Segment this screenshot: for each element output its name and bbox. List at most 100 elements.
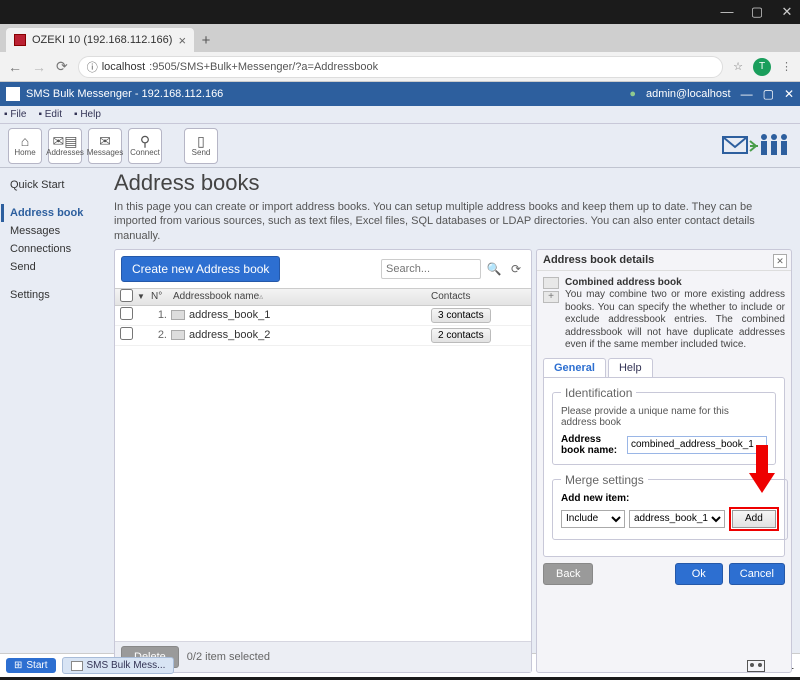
contacts-button[interactable]: 2 contacts — [431, 328, 491, 343]
sidebar: Quick Start Address book Messages Connec… — [0, 168, 110, 653]
col-name[interactable]: Addressbook name — [173, 291, 259, 302]
row-number: 2. — [151, 329, 171, 341]
brand-logo — [722, 129, 792, 163]
combined-desc: You may combine two or more existing add… — [565, 289, 785, 350]
taskbar-item[interactable]: SMS Bulk Mess... — [62, 657, 175, 674]
url-path: :9505/SMS+Bulk+Messenger/?a=Addressbook — [149, 61, 378, 73]
bookmark-star-icon[interactable]: ☆ — [733, 60, 743, 73]
back-button[interactable]: Back — [543, 563, 593, 585]
row-number: 1. — [151, 309, 171, 321]
url-bar[interactable]: ⓘ localhost :9505/SMS+Bulk+Messenger/?a=A… — [78, 56, 723, 78]
tab-close-icon[interactable]: × — [178, 33, 186, 48]
row-name: address_book_1 — [189, 309, 270, 321]
addressbook-icon: ✉▤ — [53, 134, 78, 148]
plus-icon: + — [543, 291, 559, 303]
app-user[interactable]: admin@localhost — [646, 88, 731, 100]
contacts-button[interactable]: 3 contacts — [431, 308, 491, 323]
profile-avatar[interactable]: T — [753, 58, 771, 76]
tool-home[interactable]: ⌂Home — [8, 128, 42, 164]
sidebar-item-quickstart[interactable]: Quick Start — [10, 176, 110, 194]
envelope-icon — [71, 661, 83, 671]
keyboard-icon[interactable] — [747, 660, 765, 672]
tool-send[interactable]: ▯Send — [184, 128, 218, 164]
details-close-icon[interactable]: ✕ — [773, 254, 787, 268]
sidebar-item-addressbook[interactable]: Address book — [1, 204, 110, 222]
book-icon — [171, 310, 185, 320]
name-label: Address book name: — [561, 434, 623, 456]
table-row[interactable]: 2. address_book_2 2 contacts — [115, 326, 531, 346]
url-host: localhost — [102, 61, 145, 73]
window-minimize[interactable]: — — [720, 4, 734, 20]
merge-fieldset: Merge settings Add new item: Include add… — [552, 473, 788, 540]
sidebar-item-settings[interactable]: Settings — [10, 286, 110, 304]
cancel-button[interactable]: Cancel — [729, 563, 785, 585]
combined-title: Combined address book — [565, 277, 682, 288]
new-tab-button[interactable]: + — [194, 28, 218, 52]
identification-legend: Identification — [561, 386, 636, 400]
row-checkbox[interactable] — [120, 327, 133, 340]
add-button[interactable]: Add — [732, 510, 776, 528]
window-titlebar: — ▢ ✕ — [0, 0, 800, 24]
tool-addresses[interactable]: ✉▤Addresses — [48, 128, 82, 164]
details-info: + Combined address book You may combine … — [537, 271, 791, 358]
addressbook-select[interactable]: address_book_1 — [629, 510, 725, 528]
tab-title: OZEKI 10 (192.168.112.166) — [32, 34, 172, 46]
browser-toolbar: ← → ⟳ ⓘ localhost :9505/SMS+Bulk+Messenge… — [0, 52, 800, 82]
window-close[interactable]: ✕ — [780, 4, 794, 20]
search-input[interactable] — [381, 259, 481, 279]
site-info-icon[interactable]: ⓘ — [87, 59, 98, 75]
nav-forward-icon[interactable]: → — [32, 59, 46, 75]
sidebar-item-connections[interactable]: Connections — [10, 240, 110, 258]
menu-file[interactable]: ▪ File — [4, 109, 26, 120]
app-toolbar: ⌂Home ✉▤Addresses ✉Messages ⚲Connect ▯Se… — [0, 124, 800, 168]
start-button[interactable]: ⊞Start — [6, 658, 56, 673]
sort-indicator[interactable]: ▼ — [137, 292, 151, 301]
window-controls: — ▢ ✕ — [720, 4, 794, 20]
sidebar-item-send[interactable]: Send — [10, 258, 110, 276]
window-maximize[interactable]: ▢ — [750, 4, 764, 20]
app-title: SMS Bulk Messenger - 192.168.112.166 — [26, 88, 223, 100]
row-checkbox[interactable] — [120, 307, 133, 320]
include-exclude-select[interactable]: Include — [561, 510, 625, 528]
selection-status: 0/2 item selected — [187, 651, 270, 663]
page-heading: Address books — [114, 170, 792, 196]
sidebar-item-messages[interactable]: Messages — [10, 222, 110, 240]
tab-help[interactable]: Help — [608, 358, 653, 377]
browser-tab[interactable]: OZEKI 10 (192.168.112.166) × — [6, 28, 194, 52]
browser-menu-icon[interactable]: ⋮ — [781, 60, 792, 73]
tool-connect[interactable]: ⚲Connect — [128, 128, 162, 164]
nav-back-icon[interactable]: ← — [8, 59, 22, 75]
add-button-highlight: Add — [729, 507, 779, 531]
app-header: SMS Bulk Messenger - 192.168.112.166 ● a… — [0, 82, 800, 106]
col-number[interactable]: N° — [151, 291, 171, 302]
addressbook-name-input[interactable] — [627, 436, 767, 454]
add-item-label: Add new item: — [561, 493, 779, 504]
tool-messages[interactable]: ✉Messages — [88, 128, 122, 164]
list-footer: Delete 0/2 item selected — [115, 641, 531, 672]
create-addressbook-button[interactable]: Create new Address book — [121, 256, 280, 282]
app-close-icon[interactable]: ✕ — [784, 87, 794, 101]
app-minimize-icon[interactable]: — — [741, 87, 753, 101]
messages-icon: ✉ — [99, 134, 111, 148]
envelope-icon — [6, 87, 20, 101]
details-pane: Address book details ✕ + Combined addres… — [536, 249, 792, 673]
menu-help[interactable]: ▪ Help — [74, 109, 101, 120]
addressbook-list-pane: Create new Address book 🔍 ⟳ ▼ N° Address… — [114, 249, 532, 673]
ok-button[interactable]: Ok — [675, 563, 723, 585]
plug-icon: ⚲ — [140, 134, 150, 148]
tab-general[interactable]: General — [543, 358, 606, 377]
identification-hint: Please provide a unique name for this ad… — [561, 406, 767, 428]
tab-panel-general: Identification Please provide a unique n… — [543, 377, 785, 557]
details-button-row: Back Ok Cancel — [537, 563, 791, 591]
table-row[interactable]: 1. address_book_1 3 contacts — [115, 306, 531, 326]
nav-reload-icon[interactable]: ⟳ — [56, 58, 68, 75]
menu-edit[interactable]: ▪ Edit — [38, 109, 62, 120]
identification-fieldset: Identification Please provide a unique n… — [552, 386, 776, 465]
col-contacts[interactable]: Contacts — [431, 291, 531, 302]
app-menubar: ▪ File ▪ Edit ▪ Help — [0, 106, 800, 124]
refresh-icon[interactable]: ⟳ — [507, 260, 525, 278]
details-title: Address book details — [537, 250, 791, 271]
app-maximize-icon[interactable]: ▢ — [763, 87, 774, 101]
select-all-checkbox[interactable] — [120, 289, 133, 302]
search-icon[interactable]: 🔍 — [485, 260, 503, 278]
